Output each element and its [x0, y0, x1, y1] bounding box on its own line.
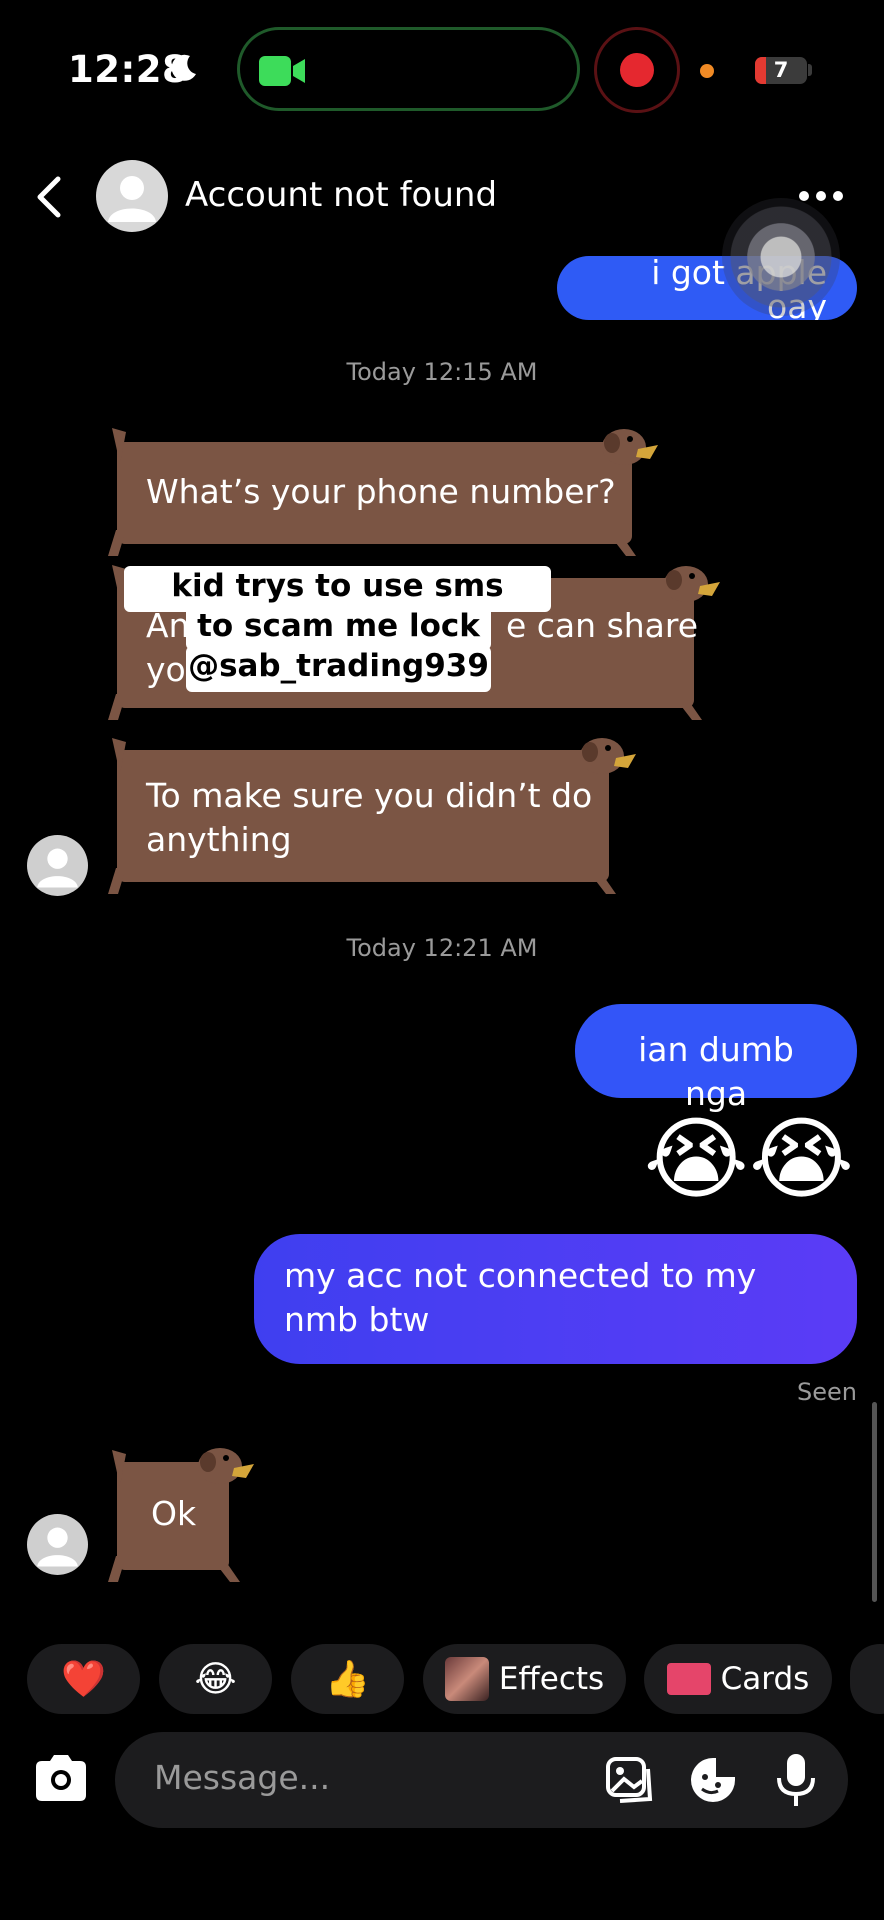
effects-label: Effects: [498, 1661, 605, 1697]
gallery-icon[interactable]: [604, 1755, 654, 1805]
touch-indicator: [722, 198, 840, 316]
dog-tail-icon: [112, 428, 126, 464]
microphone-icon[interactable]: [774, 1752, 818, 1808]
default-avatar-icon: [37, 1527, 78, 1567]
battery-tip: [808, 64, 812, 76]
message-text: What’s your phone number?: [146, 472, 616, 511]
gift-card-icon: [666, 1663, 711, 1695]
timestamp: Today 12:15 AM: [346, 358, 538, 386]
cards-button[interactable]: Cards: [644, 1644, 832, 1714]
cards-label: Cards: [720, 1661, 810, 1697]
record-dot-icon: [620, 53, 654, 87]
message-text: Ok: [151, 1494, 197, 1533]
quick-thumbs-button[interactable]: 👍: [291, 1644, 404, 1714]
dog-tail-icon: [112, 1450, 126, 1486]
quick-heart-button[interactable]: ❤️: [27, 1644, 140, 1714]
dog-head-icon: [602, 429, 658, 465]
default-avatar-icon: [37, 848, 78, 888]
sender-avatar[interactable]: [27, 1514, 88, 1575]
caption-line-2: to scam me lock in: [186, 606, 491, 684]
sender-avatar[interactable]: [27, 835, 88, 896]
dog-head-icon: [198, 1448, 254, 1484]
moon-icon: [171, 54, 196, 81]
dog-legs-icon: [108, 530, 636, 556]
battery-level: 7: [773, 58, 789, 82]
timestamp: Today 12:21 AM: [346, 934, 538, 962]
seen-indicator: Seen: [797, 1378, 857, 1406]
message-text: yo: [146, 650, 186, 689]
header-avatar[interactable]: [96, 160, 168, 232]
battery-icon: 7: [755, 57, 807, 84]
chat-title[interactable]: Account not found: [185, 175, 497, 215]
mic-in-use-dot: [700, 64, 714, 78]
message-text: To make sure you didn’t do anything: [146, 776, 593, 859]
facetime-video-icon: [259, 56, 305, 86]
quick-laugh-button[interactable]: 😂: [159, 1644, 272, 1714]
default-avatar-icon: [108, 176, 156, 222]
camera-icon[interactable]: [32, 1753, 90, 1803]
message-text: my acc not connected to my nmb btw: [284, 1256, 757, 1339]
sticker-icon[interactable]: [688, 1755, 738, 1805]
dog-legs-icon: [108, 1556, 240, 1582]
message-text: ian dumb nga: [638, 1030, 794, 1113]
message-placeholder: Message...: [154, 1758, 331, 1797]
back-arrow-icon[interactable]: [32, 175, 72, 219]
dog-legs-icon: [108, 694, 702, 720]
emoji-message[interactable]: 😭😭: [644, 1110, 854, 1210]
message-out-ian-dumb[interactable]: ian dumb nga: [575, 1004, 857, 1113]
dog-tail-icon: [112, 738, 126, 774]
caption-line-3: @sab_trading939: [186, 646, 491, 692]
scrollbar[interactable]: [872, 1402, 877, 1602]
effects-button[interactable]: Effects: [423, 1644, 626, 1714]
message-out-acc[interactable]: my acc not connected to my nmb btw: [254, 1234, 857, 1364]
more-chip-button[interactable]: [850, 1644, 884, 1714]
effects-thumbnail-icon: [444, 1657, 489, 1701]
dog-legs-icon: [108, 868, 616, 894]
